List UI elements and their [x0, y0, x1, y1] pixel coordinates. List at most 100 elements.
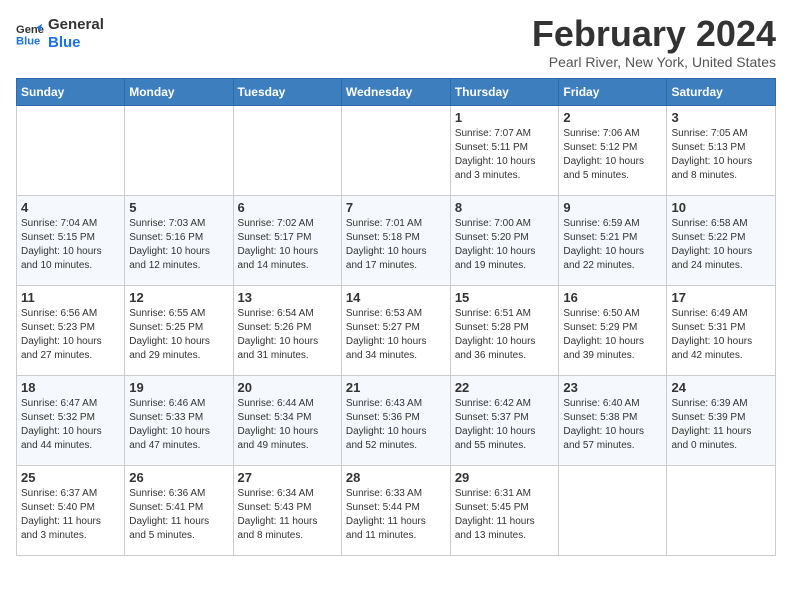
day-cell — [125, 106, 233, 196]
day-cell: 13 Sunrise: 6:54 AM Sunset: 5:26 PM Dayli… — [233, 286, 341, 376]
logo: General Blue General Blue — [16, 16, 104, 52]
day-info: Sunrise: 7:00 AM Sunset: 5:20 PM Dayligh… — [455, 217, 555, 273]
day-number: 4 — [21, 200, 120, 215]
day-number: 2 — [563, 110, 662, 125]
day-info: Sunrise: 6:31 AM Sunset: 5:45 PM Dayligh… — [455, 487, 555, 543]
day-cell: 12 Sunrise: 6:55 AM Sunset: 5:25 PM Dayli… — [125, 286, 233, 376]
col-header-friday: Friday — [559, 79, 667, 106]
day-cell — [667, 466, 776, 556]
day-number: 13 — [238, 290, 337, 305]
day-info: Sunrise: 6:36 AM Sunset: 5:41 PM Dayligh… — [129, 487, 228, 543]
week-row-3: 11 Sunrise: 6:56 AM Sunset: 5:23 PM Dayli… — [17, 286, 776, 376]
day-info: Sunrise: 6:46 AM Sunset: 5:33 PM Dayligh… — [129, 397, 228, 453]
day-cell: 14 Sunrise: 6:53 AM Sunset: 5:27 PM Dayli… — [341, 286, 450, 376]
day-info: Sunrise: 6:39 AM Sunset: 5:39 PM Dayligh… — [671, 397, 771, 453]
day-info: Sunrise: 6:37 AM Sunset: 5:40 PM Dayligh… — [21, 487, 120, 543]
day-cell: 19 Sunrise: 6:46 AM Sunset: 5:33 PM Dayli… — [125, 376, 233, 466]
day-cell: 27 Sunrise: 6:34 AM Sunset: 5:43 PM Dayli… — [233, 466, 341, 556]
day-number: 3 — [671, 110, 771, 125]
title-block: February 2024 Pearl River, New York, Uni… — [532, 16, 776, 70]
day-number: 14 — [346, 290, 446, 305]
day-info: Sunrise: 6:51 AM Sunset: 5:28 PM Dayligh… — [455, 307, 555, 363]
day-cell — [233, 106, 341, 196]
day-cell: 22Sunrise: 6:42 AM Sunset: 5:37 PM Dayli… — [450, 376, 559, 466]
day-number: 21 — [346, 380, 446, 395]
month-title: February 2024 — [532, 16, 776, 52]
day-cell: 24 Sunrise: 6:39 AM Sunset: 5:39 PM Dayli… — [667, 376, 776, 466]
col-header-wednesday: Wednesday — [341, 79, 450, 106]
day-number: 29 — [455, 470, 555, 485]
day-cell: 16Sunrise: 6:50 AM Sunset: 5:29 PM Dayli… — [559, 286, 667, 376]
day-cell: 10 Sunrise: 6:58 AM Sunset: 5:22 PM Dayli… — [667, 196, 776, 286]
day-cell: 15Sunrise: 6:51 AM Sunset: 5:28 PM Dayli… — [450, 286, 559, 376]
day-cell: 7Sunrise: 7:01 AM Sunset: 5:18 PM Daylig… — [341, 196, 450, 286]
day-number: 23 — [563, 380, 662, 395]
day-cell: 29 Sunrise: 6:31 AM Sunset: 5:45 PM Dayli… — [450, 466, 559, 556]
week-row-2: 4 Sunrise: 7:04 AM Sunset: 5:15 PM Daylig… — [17, 196, 776, 286]
col-header-sunday: Sunday — [17, 79, 125, 106]
day-number: 1 — [455, 110, 555, 125]
day-number: 9 — [563, 200, 662, 215]
day-cell: 5 Sunrise: 7:03 AM Sunset: 5:16 PM Daylig… — [125, 196, 233, 286]
day-info: Sunrise: 6:53 AM Sunset: 5:27 PM Dayligh… — [346, 307, 446, 363]
day-number: 5 — [129, 200, 228, 215]
day-number: 20 — [238, 380, 337, 395]
page-header: General Blue General Blue February 2024 … — [16, 16, 776, 70]
day-info: Sunrise: 6:54 AM Sunset: 5:26 PM Dayligh… — [238, 307, 337, 363]
day-number: 12 — [129, 290, 228, 305]
day-number: 8 — [455, 200, 555, 215]
logo-general: General — [48, 16, 104, 34]
day-cell: 6 Sunrise: 7:02 AM Sunset: 5:17 PM Daylig… — [233, 196, 341, 286]
day-info: Sunrise: 6:33 AM Sunset: 5:44 PM Dayligh… — [346, 487, 446, 543]
day-cell: 9Sunrise: 6:59 AM Sunset: 5:21 PM Daylig… — [559, 196, 667, 286]
calendar-table: SundayMondayTuesdayWednesdayThursdayFrid… — [16, 78, 776, 556]
day-info: Sunrise: 6:58 AM Sunset: 5:22 PM Dayligh… — [671, 217, 771, 273]
day-number: 11 — [21, 290, 120, 305]
day-info: Sunrise: 6:55 AM Sunset: 5:25 PM Dayligh… — [129, 307, 228, 363]
day-info: Sunrise: 6:56 AM Sunset: 5:23 PM Dayligh… — [21, 307, 120, 363]
day-info: Sunrise: 7:05 AM Sunset: 5:13 PM Dayligh… — [671, 127, 771, 183]
day-cell: 1 Sunrise: 7:07 AM Sunset: 5:11 PM Daylig… — [450, 106, 559, 196]
day-info: Sunrise: 7:06 AM Sunset: 5:12 PM Dayligh… — [563, 127, 662, 183]
day-cell — [559, 466, 667, 556]
day-cell: 11 Sunrise: 6:56 AM Sunset: 5:23 PM Dayli… — [17, 286, 125, 376]
day-cell: 2 Sunrise: 7:06 AM Sunset: 5:12 PM Daylig… — [559, 106, 667, 196]
week-row-4: 18Sunrise: 6:47 AM Sunset: 5:32 PM Dayli… — [17, 376, 776, 466]
day-cell: 17Sunrise: 6:49 AM Sunset: 5:31 PM Dayli… — [667, 286, 776, 376]
day-cell — [341, 106, 450, 196]
day-cell: 20 Sunrise: 6:44 AM Sunset: 5:34 PM Dayli… — [233, 376, 341, 466]
header-row: SundayMondayTuesdayWednesdayThursdayFrid… — [17, 79, 776, 106]
day-cell: 21Sunrise: 6:43 AM Sunset: 5:36 PM Dayli… — [341, 376, 450, 466]
day-info: Sunrise: 6:40 AM Sunset: 5:38 PM Dayligh… — [563, 397, 662, 453]
day-cell: 26 Sunrise: 6:36 AM Sunset: 5:41 PM Dayli… — [125, 466, 233, 556]
day-number: 17 — [671, 290, 771, 305]
day-number: 26 — [129, 470, 228, 485]
col-header-saturday: Saturday — [667, 79, 776, 106]
day-number: 10 — [671, 200, 771, 215]
day-number: 28 — [346, 470, 446, 485]
day-cell: 25 Sunrise: 6:37 AM Sunset: 5:40 PM Dayli… — [17, 466, 125, 556]
day-cell — [17, 106, 125, 196]
col-header-tuesday: Tuesday — [233, 79, 341, 106]
day-cell: 28 Sunrise: 6:33 AM Sunset: 5:44 PM Dayli… — [341, 466, 450, 556]
col-header-monday: Monday — [125, 79, 233, 106]
day-info: Sunrise: 7:01 AM Sunset: 5:18 PM Dayligh… — [346, 217, 446, 273]
day-info: Sunrise: 7:07 AM Sunset: 5:11 PM Dayligh… — [455, 127, 555, 183]
day-number: 24 — [671, 380, 771, 395]
day-number: 16 — [563, 290, 662, 305]
day-info: Sunrise: 6:42 AM Sunset: 5:37 PM Dayligh… — [455, 397, 555, 453]
day-number: 19 — [129, 380, 228, 395]
day-cell: 4 Sunrise: 7:04 AM Sunset: 5:15 PM Daylig… — [17, 196, 125, 286]
day-info: Sunrise: 7:03 AM Sunset: 5:16 PM Dayligh… — [129, 217, 228, 273]
day-info: Sunrise: 6:44 AM Sunset: 5:34 PM Dayligh… — [238, 397, 337, 453]
week-row-5: 25 Sunrise: 6:37 AM Sunset: 5:40 PM Dayli… — [17, 466, 776, 556]
day-info: Sunrise: 6:34 AM Sunset: 5:43 PM Dayligh… — [238, 487, 337, 543]
day-info: Sunrise: 7:04 AM Sunset: 5:15 PM Dayligh… — [21, 217, 120, 273]
day-info: Sunrise: 6:47 AM Sunset: 5:32 PM Dayligh… — [21, 397, 120, 453]
day-info: Sunrise: 7:02 AM Sunset: 5:17 PM Dayligh… — [238, 217, 337, 273]
col-header-thursday: Thursday — [450, 79, 559, 106]
day-number: 25 — [21, 470, 120, 485]
day-number: 6 — [238, 200, 337, 215]
day-number: 27 — [238, 470, 337, 485]
day-cell: 18Sunrise: 6:47 AM Sunset: 5:32 PM Dayli… — [17, 376, 125, 466]
